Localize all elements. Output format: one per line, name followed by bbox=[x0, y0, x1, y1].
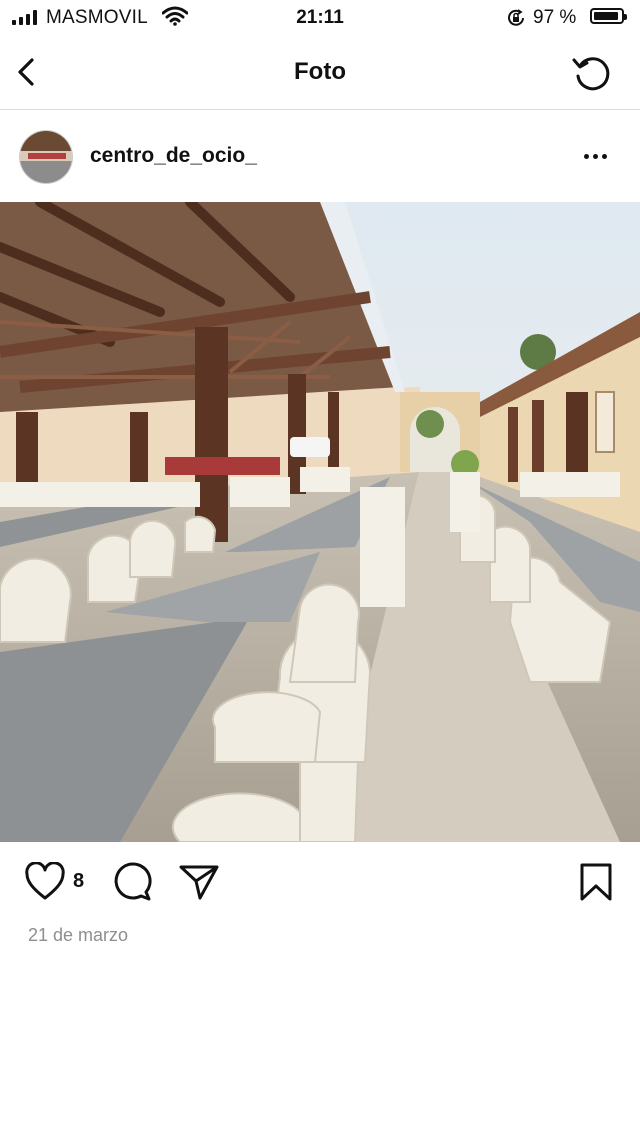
post-actions: 8 bbox=[0, 858, 640, 908]
username[interactable]: centro_de_ocio_ bbox=[90, 144, 257, 168]
heart-icon[interactable] bbox=[24, 862, 66, 902]
orientation-lock-icon bbox=[508, 9, 524, 26]
refresh-icon[interactable] bbox=[570, 52, 614, 96]
battery-percent: 97 % bbox=[533, 7, 577, 28]
page-title: Foto bbox=[294, 58, 346, 85]
battery-icon bbox=[590, 8, 627, 24]
likes-count[interactable]: 8 bbox=[73, 870, 84, 893]
bookmark-icon[interactable] bbox=[578, 862, 614, 902]
share-icon[interactable] bbox=[178, 862, 220, 902]
post-header: centro_de_ocio_ bbox=[0, 110, 640, 202]
top-header: Foto bbox=[0, 36, 640, 110]
comment-icon[interactable] bbox=[111, 862, 153, 902]
more-dots-icon[interactable] bbox=[584, 150, 618, 162]
status-bar: MASMOVIL 21:11 97 % bbox=[0, 0, 640, 36]
post-photo[interactable] bbox=[0, 202, 640, 842]
post-date: 21 de marzo bbox=[28, 925, 129, 945]
avatar[interactable] bbox=[19, 130, 73, 184]
